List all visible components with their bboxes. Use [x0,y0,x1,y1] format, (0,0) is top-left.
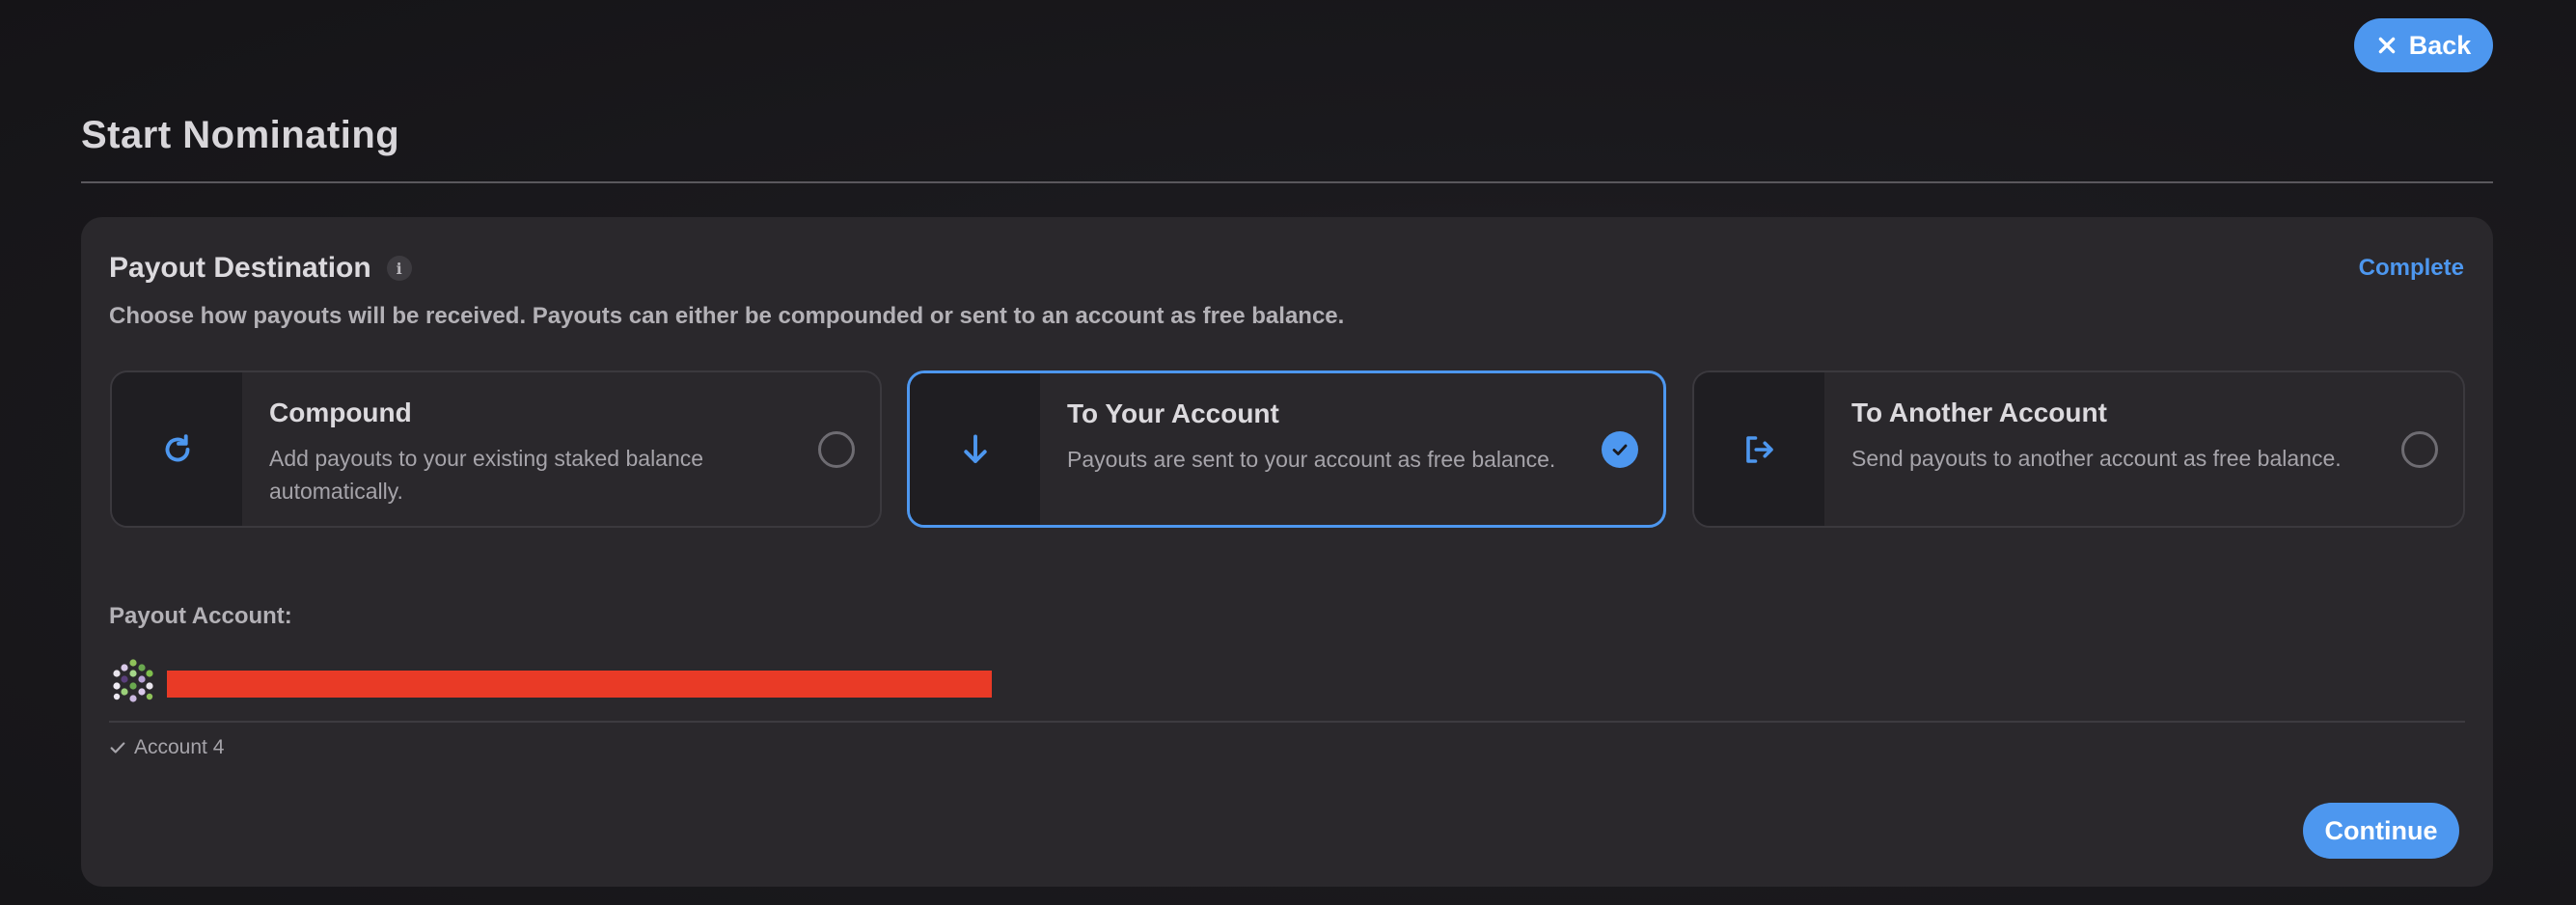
option-icon-box [112,372,242,526]
option-description: Send payouts to another account as free … [1851,446,2342,471]
refresh-icon [165,433,189,461]
option-to-another-account[interactable]: To Another Account Send payouts to anoth… [1692,370,2465,528]
option-to-your-account[interactable]: To Your Account Payouts are sent to your… [907,370,1666,528]
option-compound[interactable]: Compound Add payouts to your existing st… [110,370,882,528]
option-icon-box [1694,372,1824,526]
title-divider [81,181,2493,183]
sign-out-icon [1745,435,1773,463]
option-title: To Another Account [1851,398,2107,427]
back-button[interactable]: Back [2354,18,2493,72]
check-icon [110,742,125,754]
redacted-address [167,671,992,698]
account-confirmation: Account 4 [109,736,224,759]
payout-account-label: Payout Account: [109,603,292,629]
option-title: Compound [269,398,412,427]
option-title: To Your Account [1067,398,1279,428]
payout-panel: Payout Destination i Complete Choose how… [81,217,2493,887]
option-description: Add payouts to your existing staked bala… [269,446,704,504]
check-icon [1612,444,1628,455]
complete-status[interactable]: Complete [2359,255,2464,282]
identicon-avatar [113,659,153,702]
arrow-down-icon [963,434,987,463]
account-divider [109,721,2465,723]
radio-unselected[interactable] [2401,430,2438,468]
account-name: Account 4 [134,736,225,758]
section-subtitle: Choose how payouts will be received. Pay… [109,303,1345,329]
back-label: Back [2408,30,2472,60]
option-icon-box [910,373,1040,525]
close-icon [2378,37,2395,54]
continue-button[interactable]: Continue [2303,803,2459,859]
section-heading: Payout Destination i [109,252,412,285]
radio-unselected[interactable] [818,430,855,468]
section-title: Payout Destination [109,252,371,284]
info-icon[interactable]: i [386,256,412,281]
page-title: Start Nominating [81,114,400,156]
radio-selected[interactable] [1602,430,1638,468]
option-description: Payouts are sent to your account as free… [1067,447,1556,472]
